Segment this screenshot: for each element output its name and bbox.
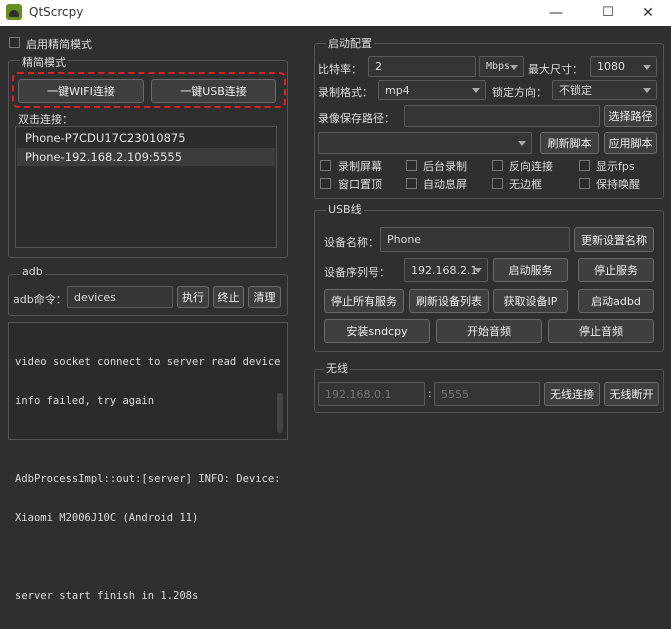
chevron-down-icon — [643, 88, 651, 93]
wireless-group-title: 无线 — [324, 360, 350, 376]
simple-mode-group-title: 精简模式 — [20, 54, 68, 70]
record-screen-checkbox[interactable] — [320, 160, 331, 171]
select-path-button[interactable]: 选择路径 — [604, 105, 657, 127]
stop-service-button[interactable]: 停止服务 — [578, 258, 654, 282]
log-line: AdbProcessImpl::out:[server] INFO: Devic… — [15, 473, 281, 485]
wireless-disconnect-button[interactable]: 无线断开 — [604, 382, 659, 406]
adb-clear-button[interactable]: 清理 — [248, 286, 281, 308]
start-audio-button[interactable]: 开始音频 — [436, 319, 542, 343]
bitrate-label: 比特率： — [318, 63, 362, 76]
record-path-label: 录像保存路径： — [318, 112, 395, 125]
device-name-label: 设备名称： — [324, 236, 379, 249]
script-select[interactable] — [318, 132, 532, 154]
simple-mode-label: 启用精简模式 — [26, 38, 92, 51]
refresh-script-button[interactable]: 刷新脚本 — [540, 132, 599, 154]
record-path-input[interactable] — [404, 105, 600, 127]
background-record-label: 后台录制 — [423, 160, 467, 173]
lock-direction-value: 不锁定 — [559, 84, 592, 97]
auto-screen-off-checkbox[interactable] — [406, 178, 417, 189]
background-record-checkbox[interactable] — [406, 160, 417, 171]
wireless-connect-button[interactable]: 无线连接 — [544, 382, 600, 406]
minimize-button[interactable]: — — [533, 0, 579, 26]
window-title: QtScrcpy — [29, 5, 84, 19]
log-scrollbar[interactable] — [277, 393, 283, 433]
chevron-down-icon — [643, 64, 651, 70]
chevron-down-icon — [518, 141, 526, 146]
log-line: server start finish in 1.208s — [15, 590, 199, 602]
adb-group-title: adb — [20, 265, 45, 278]
stop-audio-button[interactable]: 停止音频 — [548, 319, 654, 343]
apply-script-button[interactable]: 应用脚本 — [604, 132, 657, 154]
stop-all-services-button[interactable]: 停止所有服务 — [324, 289, 404, 313]
serial-label: 设备序列号： — [324, 266, 390, 279]
refresh-device-list-button[interactable]: 刷新设备列表 — [409, 289, 489, 313]
keep-awake-checkbox[interactable] — [579, 178, 590, 189]
app-icon — [6, 4, 22, 20]
update-name-button[interactable]: 更新设置名称 — [574, 227, 654, 252]
title-bar: QtScrcpy — ☐ ✕ — [0, 0, 671, 26]
bitrate-unit-select[interactable]: Mbps — [479, 56, 524, 77]
device-name-input[interactable]: Phone — [380, 227, 570, 252]
keep-awake-label: 保持唤醒 — [596, 178, 640, 191]
chevron-down-icon — [474, 268, 482, 273]
window-on-top-checkbox[interactable] — [320, 178, 331, 189]
double-click-label: 双击连接： — [18, 113, 73, 126]
wifi-connect-button[interactable]: 一键WIFI连接 — [18, 79, 144, 103]
frameless-checkbox[interactable] — [492, 178, 503, 189]
simple-mode-checkbox[interactable] — [9, 37, 20, 48]
usb-connect-button[interactable]: 一键USB连接 — [151, 79, 276, 103]
adb-cmd-label: adb命令： — [13, 293, 67, 306]
window-on-top-label: 窗口置顶 — [338, 178, 382, 191]
show-fps-label: 显示fps — [596, 160, 635, 173]
chevron-down-icon — [510, 64, 518, 70]
wireless-port-input[interactable]: 5555 — [434, 382, 540, 406]
lock-direction-label: 锁定方向： — [492, 86, 547, 99]
record-screen-label: 录制屏幕 — [338, 160, 382, 173]
record-format-value: mp4 — [385, 83, 410, 97]
max-size-select[interactable]: 1080 — [590, 56, 657, 77]
start-adbd-button[interactable]: 启动adbd — [578, 289, 654, 313]
start-service-button[interactable]: 启动服务 — [493, 258, 568, 282]
show-fps-checkbox[interactable] — [579, 160, 590, 171]
max-size-value: 1080 — [597, 60, 625, 73]
log-output[interactable]: video socket connect to server read devi… — [8, 322, 288, 602]
start-config-title: 启动配置 — [326, 35, 374, 51]
bitrate-unit-value: Mbps — [486, 61, 511, 72]
auto-screen-off-label: 自动息屏 — [423, 178, 467, 191]
device-list-item[interactable]: Phone-P7CDU17C23010875 — [17, 129, 275, 147]
adb-stop-button[interactable]: 终止 — [213, 286, 244, 308]
log-line: Xiaomi M2006J10C (Android 11) — [15, 512, 199, 524]
get-device-ip-button[interactable]: 获取设备IP — [493, 289, 568, 313]
log-line: info failed, try again — [15, 395, 155, 407]
chevron-down-icon — [472, 88, 480, 93]
device-list-item[interactable]: Phone-192.168.2.109:5555 — [17, 148, 275, 166]
adb-command-input[interactable]: devices — [67, 286, 173, 308]
bitrate-input[interactable]: 2 — [368, 56, 476, 77]
record-format-select[interactable]: mp4 — [378, 80, 486, 100]
lock-direction-select[interactable]: 不锁定 — [552, 80, 657, 100]
install-sndcpy-button[interactable]: 安装sndcpy — [324, 319, 430, 343]
device-list[interactable]: Phone-P7CDU17C23010875 Phone-192.168.2.1… — [15, 126, 277, 248]
reverse-connect-checkbox[interactable] — [492, 160, 503, 171]
frameless-label: 无边框 — [509, 178, 542, 191]
ip-port-separator: : — [428, 387, 432, 400]
serial-value: 192.168.2.1 — [411, 263, 478, 277]
log-line: video socket connect to server read devi… — [15, 356, 281, 368]
max-size-label: 最大尺寸： — [528, 63, 583, 76]
adb-execute-button[interactable]: 执行 — [177, 286, 209, 308]
serial-select[interactable]: 192.168.2.1 — [404, 258, 488, 282]
usb-group-title: USB线 — [326, 201, 364, 217]
reverse-connect-label: 反向连接 — [509, 160, 553, 173]
record-format-label: 录制格式： — [318, 86, 373, 99]
close-button[interactable]: ✕ — [625, 0, 671, 26]
wireless-ip-input[interactable]: 192.168.0.1 — [318, 382, 425, 406]
